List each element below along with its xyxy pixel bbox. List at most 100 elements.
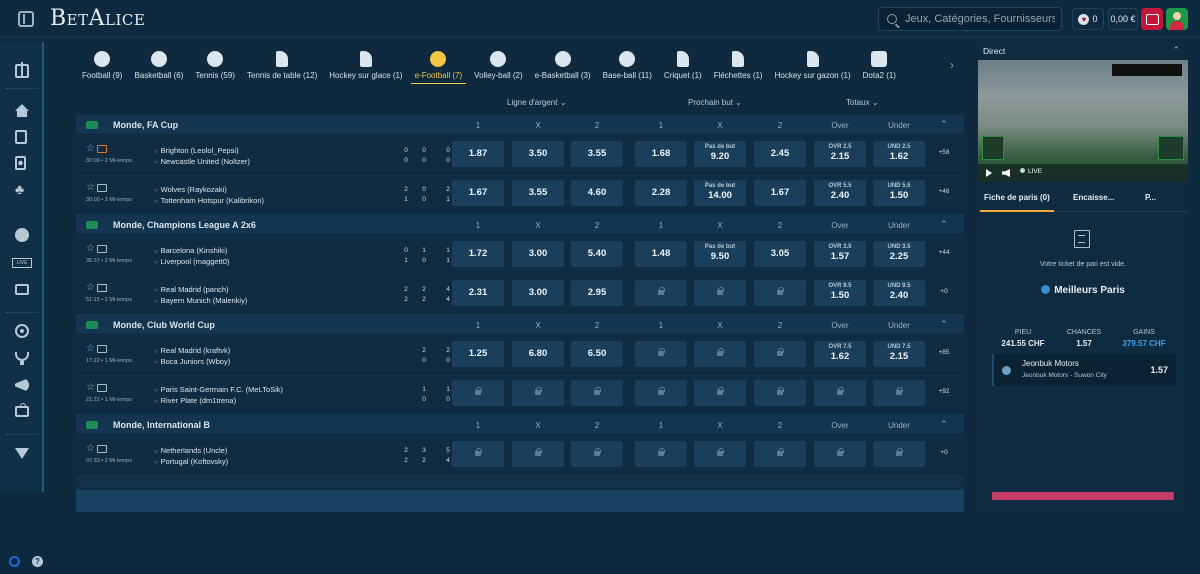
sport-tab-1[interactable]: Basketball (6) <box>128 44 189 88</box>
odd-button[interactable]: 6.80 <box>512 341 564 367</box>
vip-diamond-icon[interactable] <box>15 448 29 459</box>
chevron-up-icon[interactable]: ⌃ <box>940 219 948 230</box>
odd-button[interactable]: 3.05 <box>754 241 806 267</box>
table-row[interactable]: ☆ 17:22 • 1 Mi-temps Real Madrid (kraftvk)… <box>76 336 964 374</box>
search-box[interactable] <box>878 7 1062 31</box>
tv-icon[interactable] <box>97 284 107 292</box>
odd-button[interactable]: Pas de but 14.00 <box>694 180 746 206</box>
star-icon[interactable]: ☆ <box>86 443 95 454</box>
more-markets-link[interactable]: +0 <box>932 288 956 295</box>
odd-button[interactable]: UND 9.5 2.40 <box>873 280 925 306</box>
odd-button[interactable]: 5.40 <box>571 241 623 267</box>
sport-tab-2[interactable]: Tennis (59) <box>189 44 241 88</box>
more-markets-link[interactable]: +46 <box>932 188 956 195</box>
tv-icon[interactable] <box>97 445 107 453</box>
tab-betslip[interactable]: Fiche de paris (0) <box>980 193 1054 212</box>
table-row[interactable]: ☆ 30:00 • 2 Mi-temps Wolves (Raykozaki) Tot… <box>76 175 964 213</box>
table-row[interactable]: ☆ 51:15 • 2 Mi-temps Real Madrid (panch) Ba… <box>76 275 964 313</box>
home-icon[interactable] <box>15 104 29 117</box>
odd-button[interactable]: 3.00 <box>512 241 564 267</box>
odd-button[interactable]: 2.95 <box>571 280 623 306</box>
sport-tab-3[interactable]: Tennis de table (12) <box>241 44 323 88</box>
logo[interactable]: BetAlice <box>50 6 145 31</box>
sport-tab-9[interactable]: Criquet (1) <box>658 44 708 88</box>
star-icon[interactable]: ☆ <box>86 243 95 254</box>
clover-icon[interactable]: ♣ <box>15 182 29 196</box>
help-icon[interactable]: ? <box>32 556 43 567</box>
tv-icon[interactable] <box>97 345 107 353</box>
odd-button[interactable]: OVR 2.5 2.15 <box>814 141 866 167</box>
target-icon[interactable] <box>15 324 29 338</box>
odd-button[interactable]: 3.00 <box>512 280 564 306</box>
odd-button[interactable]: 1.68 <box>635 141 687 167</box>
more-markets-link[interactable]: +58 <box>932 149 956 156</box>
sport-tab-4[interactable]: Hockey sur glace (1) <box>323 44 408 88</box>
competition-header[interactable]: Monde, Champions League A 2x6 ⌃ 1 X 2 1 X 2 Over… <box>76 214 964 235</box>
play-icon[interactable] <box>986 169 992 177</box>
odd-button[interactable]: 6.50 <box>571 341 623 367</box>
tv-icon[interactable] <box>97 145 107 153</box>
casino-icon[interactable] <box>15 156 26 170</box>
chevron-right-icon[interactable]: › <box>950 58 954 72</box>
trophy-icon[interactable] <box>15 352 29 365</box>
loyalty-button[interactable]: ♥ 0 <box>1072 8 1104 30</box>
chevron-up-icon[interactable]: ⌃ <box>940 319 948 330</box>
odd-button[interactable]: 1.25 <box>452 341 504 367</box>
star-icon[interactable]: ☆ <box>86 143 95 154</box>
odd-button[interactable]: 2.45 <box>754 141 806 167</box>
more-markets-link[interactable]: +0 <box>932 449 956 456</box>
odd-button[interactable]: 1.67 <box>452 180 504 206</box>
odd-button[interactable]: OVR 5.5 2.40 <box>814 180 866 206</box>
odd-button[interactable]: 2.28 <box>635 180 687 206</box>
market-money-line[interactable]: Ligne d'argent <box>507 98 566 107</box>
odd-button[interactable]: 1.67 <box>754 180 806 206</box>
tv-icon[interactable] <box>97 245 107 253</box>
odd-button[interactable]: Pas de but 9.50 <box>694 241 746 267</box>
more-markets-link[interactable]: +92 <box>932 388 956 395</box>
sport-tab-11[interactable]: Hockey sur gazon (1) <box>769 44 857 88</box>
live-casino-icon[interactable] <box>15 284 29 295</box>
pick-odd[interactable]: 1.57 <box>1150 365 1168 375</box>
sports-ball-icon[interactable] <box>15 228 29 242</box>
market-next-goal[interactable]: Prochain but <box>688 98 742 107</box>
cashier-icon[interactable] <box>1141 8 1163 30</box>
competition-header[interactable]: Monde, FA Cup ⌃ 1 X 2 1 X 2 Over Under <box>76 114 964 135</box>
chevron-up-icon[interactable]: ⌃ <box>1172 45 1180 56</box>
table-row[interactable]: ☆ 21:22 • 1 Mi-temps Paris Saint-Germain F… <box>76 375 964 413</box>
odd-button[interactable]: 3.55 <box>512 180 564 206</box>
odd-button[interactable]: 1.72 <box>452 241 504 267</box>
odd-button[interactable]: 3.50 <box>512 141 564 167</box>
live-icon[interactable]: LIVE <box>12 258 32 268</box>
tv-icon[interactable] <box>97 384 107 392</box>
odd-button[interactable]: UND 5.5 1.50 <box>873 180 925 206</box>
more-markets-link[interactable]: +44 <box>932 249 956 256</box>
live-video[interactable]: LIVE <box>978 60 1188 182</box>
table-row[interactable]: ☆ 30:00 • 2 Mi-temps Brighton (Leolol_Peps… <box>76 136 964 174</box>
odd-button[interactable]: OVR 9.5 1.50 <box>814 280 866 306</box>
gift-icon[interactable] <box>15 62 29 78</box>
odd-button[interactable]: Pas de but 9.20 <box>694 141 746 167</box>
odd-button[interactable]: UND 2.5 1.62 <box>873 141 925 167</box>
avatar[interactable] <box>1166 8 1188 30</box>
chevron-up-icon[interactable]: ⌃ <box>940 419 948 430</box>
sport-tab-10[interactable]: Fléchettes (1) <box>708 44 769 88</box>
tv-icon[interactable] <box>97 184 107 192</box>
competition-header[interactable]: Monde, Club World Cup ⌃ 1 X 2 1 X 2 Over Under <box>76 314 964 335</box>
shop-bag-icon[interactable] <box>15 403 29 417</box>
search-input[interactable] <box>905 13 1055 25</box>
odd-button[interactable]: 3.55 <box>571 141 623 167</box>
market-totals[interactable]: Totaux <box>846 98 879 107</box>
star-icon[interactable]: ☆ <box>86 182 95 193</box>
sportsbook-icon[interactable] <box>15 130 27 144</box>
odd-button[interactable]: OVR 7.5 1.62 <box>814 341 866 367</box>
balance-display[interactable]: 0,00 € <box>1108 8 1138 30</box>
competition-header[interactable]: Monde, International B ⌃ 1 X 2 1 X 2 Over Under <box>76 414 964 435</box>
star-icon[interactable]: ☆ <box>86 382 95 393</box>
promo-horn-icon[interactable] <box>15 378 29 392</box>
place-bet-bar[interactable] <box>992 492 1174 500</box>
odd-button[interactable]: UND 7.5 2.15 <box>873 341 925 367</box>
more-markets-link[interactable]: +85 <box>932 349 956 356</box>
star-icon[interactable]: ☆ <box>86 343 95 354</box>
sidebar-toggle-icon[interactable] <box>18 11 34 27</box>
odd-button[interactable]: 1.48 <box>635 241 687 267</box>
